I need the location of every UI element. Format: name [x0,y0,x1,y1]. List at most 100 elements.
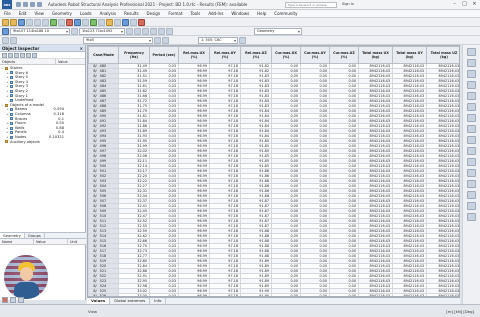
close-icon[interactable]: × [471,1,478,8]
sign-in-link[interactable]: Sign In [342,2,354,6]
units-indicator[interactable]: [m] [kN] [Deg] [446,309,474,314]
new-icon[interactable] [16,2,21,7]
filter-icon[interactable] [467,191,476,199]
stop-icon[interactable] [2,297,8,303]
page-icon[interactable] [10,297,16,303]
maximize-icon[interactable]: □ [461,1,468,8]
column-header[interactable]: Case/Mode [88,46,119,64]
menu-loads[interactable]: Loads [76,11,96,16]
column-header[interactable]: Cur.mas.UZ (%) [329,46,359,64]
new-file-icon[interactable] [2,18,9,26]
pan-icon[interactable] [134,27,141,35]
next-case-icon[interactable] [162,36,169,44]
zoom-window-icon[interactable] [142,27,149,35]
undo-icon[interactable] [37,2,42,7]
menu-design[interactable]: Design [143,11,165,16]
column-header[interactable]: Period (sec) [149,46,179,64]
view-xz-icon[interactable] [467,59,476,67]
open-file-icon[interactable] [10,18,17,26]
column-header[interactable]: Rel.mas.UY (%) [209,46,241,64]
column-header[interactable]: Rel.mas.UZ (%) [240,46,272,64]
menu-view[interactable]: View [30,11,48,16]
menu-analysis[interactable]: Analysis [96,11,120,16]
grid-icon[interactable] [18,297,24,303]
section-icon[interactable] [66,18,73,26]
calculate-icon[interactable] [50,18,57,26]
results-icon[interactable] [106,18,113,26]
view-3d-icon[interactable] [467,48,476,56]
menu-tools[interactable]: Tools [186,11,204,16]
load-icon[interactable] [98,18,105,26]
prev-case-icon[interactable] [154,36,161,44]
column-header[interactable]: Cur.mas.UY (%) [300,46,330,64]
zoom-out-icon[interactable] [467,103,476,111]
cursor-icon[interactable] [126,27,133,35]
bar-icon[interactable] [82,18,89,26]
select-icon[interactable] [2,27,9,35]
rotate-icon[interactable] [467,136,476,144]
collapse-icon[interactable] [14,53,19,58]
node-icon[interactable] [74,18,81,26]
menu-results[interactable]: Results [120,11,142,16]
menu-add-ins[interactable]: Add-Ins [204,11,227,16]
display-icon[interactable] [467,158,476,166]
zoom-in-icon[interactable] [467,92,476,100]
tool-icon[interactable] [58,18,65,26]
layer-icon[interactable] [166,27,173,35]
layout-select[interactable]: Geometry [254,27,302,35]
grid-icon[interactable] [158,27,165,35]
search-input[interactable]: Type a keyword or phrase [285,2,337,8]
tree-item[interactable]: Auxiliary objects [1,140,84,145]
menu-geometry[interactable]: Geometry [48,11,76,16]
view-icon[interactable] [122,18,129,26]
undo-icon[interactable] [34,18,41,26]
table-icon[interactable] [114,18,121,26]
load-case-select[interactable]: 1: 505: C6C [198,36,238,44]
tab-geometry[interactable]: Geometry [0,233,25,238]
case-icon[interactable] [2,36,9,44]
menu-format[interactable]: Format [164,11,186,16]
expand-icon[interactable] [8,53,13,58]
save-icon[interactable] [30,2,35,7]
menu-windows[interactable]: Windows [227,11,253,16]
app-logo[interactable]: RBS [2,0,12,9]
filter-icon[interactable] [2,53,7,58]
column-header[interactable]: Cur.mas.UX (%) [271,46,301,64]
close-icon[interactable]: × [80,45,85,51]
settings-icon[interactable] [32,53,37,58]
minimize-icon[interactable]: – [451,1,458,8]
zoom-all-icon[interactable] [467,114,476,122]
filter-icon[interactable] [71,27,78,35]
pan-icon[interactable] [467,125,476,133]
layers-icon[interactable] [467,202,476,210]
quick-access-toolbar[interactable] [16,2,42,7]
camera-icon[interactable] [467,213,476,221]
object-tree[interactable]: − Stories + Story 6 + Story 5 + Story 4 + Story 3… [0,65,85,145]
column-header[interactable]: Rel.mas.UX (%) [178,46,210,64]
case-list-field[interactable]: 9to5 [83,36,153,44]
zoom-icon[interactable] [130,18,137,26]
help-icon[interactable] [138,18,145,26]
redo-icon[interactable] [42,18,49,26]
rotate-icon[interactable] [150,27,157,35]
print-icon[interactable] [26,18,33,26]
legend-icon[interactable] [467,180,476,188]
labels-icon[interactable] [467,169,476,177]
menu-help[interactable]: Help [253,11,270,16]
mode-icon[interactable] [10,36,17,44]
view-yz-icon[interactable] [467,70,476,78]
select-all-icon[interactable] [20,53,25,58]
bar-selection-field[interactable]: 9to107 114to188 10 [10,27,70,35]
tab-groups[interactable]: Groups [25,233,45,238]
menu-file[interactable]: File [0,11,15,16]
column-header[interactable]: Total mass UY (kg) [392,46,427,64]
support-icon[interactable] [90,18,97,26]
menu-community[interactable]: Community [270,11,301,16]
column-header[interactable]: Total mass UX (kg) [358,46,393,64]
open-icon[interactable] [23,2,28,7]
column-header[interactable]: Frequency (Hz) [118,46,150,64]
node-selection-field[interactable]: 1to123 71to1092 [79,27,125,35]
save-file-icon[interactable] [18,18,25,26]
section-icon[interactable] [467,147,476,155]
column-header[interactable]: Total mass UZ (kg) [426,46,459,64]
